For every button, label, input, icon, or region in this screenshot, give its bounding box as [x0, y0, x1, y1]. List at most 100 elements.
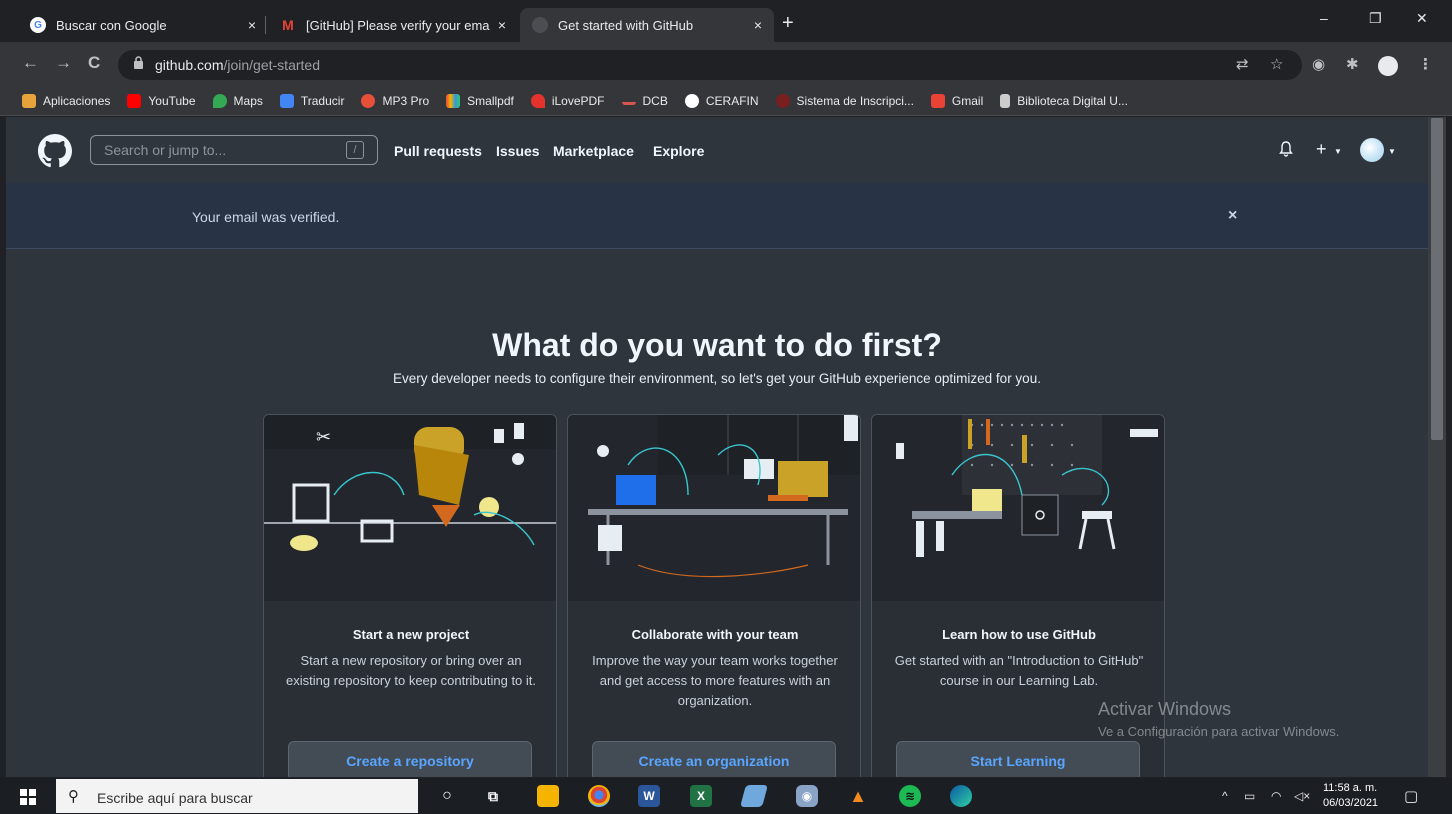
bookmark-star-icon[interactable]: ☆	[1270, 55, 1283, 73]
bookmark-ilovepdf[interactable]: iLovePDF	[530, 93, 605, 108]
flash-message: Your email was verified.	[192, 209, 340, 225]
windows-start-icon[interactable]	[20, 789, 36, 805]
bookmark-youtube[interactable]: YouTube	[127, 93, 196, 108]
minimize-button[interactable]: –	[1320, 10, 1328, 26]
close-icon[interactable]: ×	[1228, 207, 1237, 225]
google-icon: G	[30, 17, 46, 33]
card-title: Learn how to use GitHub	[942, 627, 1096, 642]
profile-avatar-icon[interactable]	[1378, 56, 1398, 76]
github-octocat-logo-icon[interactable]	[38, 134, 72, 168]
camera-icon[interactable]: ◉	[796, 785, 818, 807]
bookmark-label: DCB	[642, 93, 668, 108]
cortana-circle-icon[interactable]: ○	[436, 785, 458, 807]
start-learning-button[interactable]: Start Learning	[896, 741, 1140, 777]
bookmark-maps[interactable]: Maps	[212, 93, 263, 108]
bookmark-label: Biblioteca Digital U...	[1017, 93, 1128, 108]
edge-icon[interactable]	[950, 785, 972, 807]
lock-icon[interactable]	[133, 56, 144, 72]
reload-icon[interactable]: C	[88, 53, 100, 73]
bookmark-biblioteca-digital[interactable]: Biblioteca Digital U...	[1000, 93, 1128, 108]
volume-muted-icon[interactable]: ◁×	[1294, 789, 1310, 803]
tab-get-started-github[interactable]: Get started with GitHub ×	[520, 8, 774, 42]
cerafin-icon	[684, 93, 699, 108]
gmail-icon	[930, 93, 945, 108]
task-view-icon[interactable]: ⧉	[482, 785, 504, 807]
search-icon: ⚲	[68, 788, 79, 805]
chevron-up-icon[interactable]: ^	[1222, 789, 1228, 803]
notifications-bell-icon[interactable]	[1279, 141, 1293, 162]
translate-icon	[279, 93, 294, 108]
create-repository-button[interactable]: Create a repository	[288, 741, 532, 777]
create-new-plus-icon[interactable]: +	[1316, 139, 1327, 160]
bookmarks-bar: Aplicaciones YouTube Maps Traducir MP3 P…	[0, 86, 1452, 116]
tab-github-verify-email[interactable]: M [GitHub] Please verify your email ×	[268, 8, 518, 42]
bookmark-label: CERAFIN	[705, 93, 759, 108]
tab-title: [GitHub] Please verify your email	[306, 17, 490, 33]
back-arrow-icon[interactable]: ←	[22, 53, 39, 73]
project-illustration-icon: ✂	[264, 415, 556, 601]
puzzle-extensions-icon[interactable]: ✱	[1346, 55, 1359, 73]
new-tab-button[interactable]: +	[782, 12, 794, 35]
github-favicon-icon	[532, 17, 548, 33]
address-url: github.com/join/get-started	[155, 57, 320, 73]
apps-grid-icon	[22, 93, 36, 108]
university-seal-icon	[775, 93, 790, 108]
bookmark-cerafin[interactable]: CERAFIN	[684, 93, 759, 108]
chrome-menu-icon[interactable]: ⋮	[1418, 55, 1433, 73]
book-icon	[1000, 93, 1011, 108]
bookmark-mp3-pro[interactable]: MP3 Pro	[361, 93, 429, 108]
card-description: Get started with an "Introduction to Git…	[894, 653, 1144, 688]
bookmark-gmail[interactable]: Gmail	[930, 93, 983, 108]
matlab-icon[interactable]: ▲	[847, 785, 869, 807]
close-window-button[interactable]: ✕	[1416, 10, 1428, 27]
notifications-chat-icon[interactable]: ▢	[1404, 787, 1418, 805]
word-icon[interactable]: W	[638, 785, 660, 807]
card-title: Start a new project	[352, 627, 470, 642]
tab-close-icon[interactable]: ×	[754, 17, 762, 33]
tab-separator	[265, 16, 266, 34]
chevron-down-icon[interactable]: ▼	[1334, 147, 1342, 156]
tab-close-icon[interactable]: ×	[248, 17, 256, 33]
scrollbar-thumb[interactable]	[1431, 118, 1443, 440]
bookmark-label: Aplicaciones	[43, 93, 111, 108]
flash-banner: Your email was verified. ×	[6, 183, 1428, 249]
github-header: Search or jump to... / Pull requests Iss…	[6, 117, 1428, 183]
bookmark-label: Traducir	[300, 93, 345, 108]
nav-pull-requests[interactable]: Pull requests	[394, 143, 482, 159]
activate-windows-watermark: Activar Windows	[1098, 699, 1232, 719]
file-explorer-icon[interactable]	[537, 785, 559, 807]
activate-windows-hint: Ve a Configuración para activar Windows.	[1098, 724, 1340, 739]
bookmark-traducir[interactable]: Traducir	[279, 93, 345, 108]
bookmark-label: Maps	[233, 93, 263, 108]
spotify-icon[interactable]: ≋	[899, 785, 921, 807]
bookmark-aplicaciones[interactable]: Aplicaciones	[22, 93, 111, 108]
heart-icon	[530, 93, 545, 108]
nav-explore[interactable]: Explore	[653, 143, 704, 159]
clock-time[interactable]: 11:58 a. m.	[1323, 782, 1377, 794]
chrome-icon[interactable]	[588, 785, 610, 807]
user-avatar[interactable]	[1360, 138, 1384, 162]
bookmark-dcb[interactable]: DCB	[621, 93, 668, 108]
tab-close-icon[interactable]: ×	[498, 17, 506, 33]
extension-icon[interactable]: ◉	[1312, 55, 1325, 73]
network-icon[interactable]: ▭	[1244, 789, 1255, 803]
dcb-icon	[621, 97, 636, 105]
nav-marketplace[interactable]: Marketplace	[553, 143, 634, 159]
search-shortcut-key: /	[346, 141, 364, 159]
forward-arrow-icon[interactable]: →	[55, 53, 72, 73]
maps-pin-icon	[212, 93, 227, 108]
create-organization-button[interactable]: Create an organization	[592, 741, 836, 777]
nav-issues[interactable]: Issues	[496, 143, 540, 159]
translate-icon[interactable]: ⇄	[1236, 55, 1249, 73]
excel-icon[interactable]: X	[690, 785, 712, 807]
chevron-down-icon[interactable]: ▼	[1388, 147, 1396, 156]
wifi-icon[interactable]: ◠	[1271, 789, 1281, 803]
bookmark-smallpdf[interactable]: Smallpdf	[446, 93, 514, 108]
youtube-icon	[127, 93, 142, 108]
team-illustration-icon	[568, 415, 860, 601]
maximize-button[interactable]: ❐	[1369, 10, 1382, 27]
clock-date[interactable]: 06/03/2021	[1323, 797, 1378, 809]
tab-google-search[interactable]: G Buscar con Google ×	[18, 8, 268, 42]
bookmark-label: Smallpdf	[467, 93, 514, 108]
bookmark-sistema-inscripcion[interactable]: Sistema de Inscripci...	[775, 93, 914, 108]
